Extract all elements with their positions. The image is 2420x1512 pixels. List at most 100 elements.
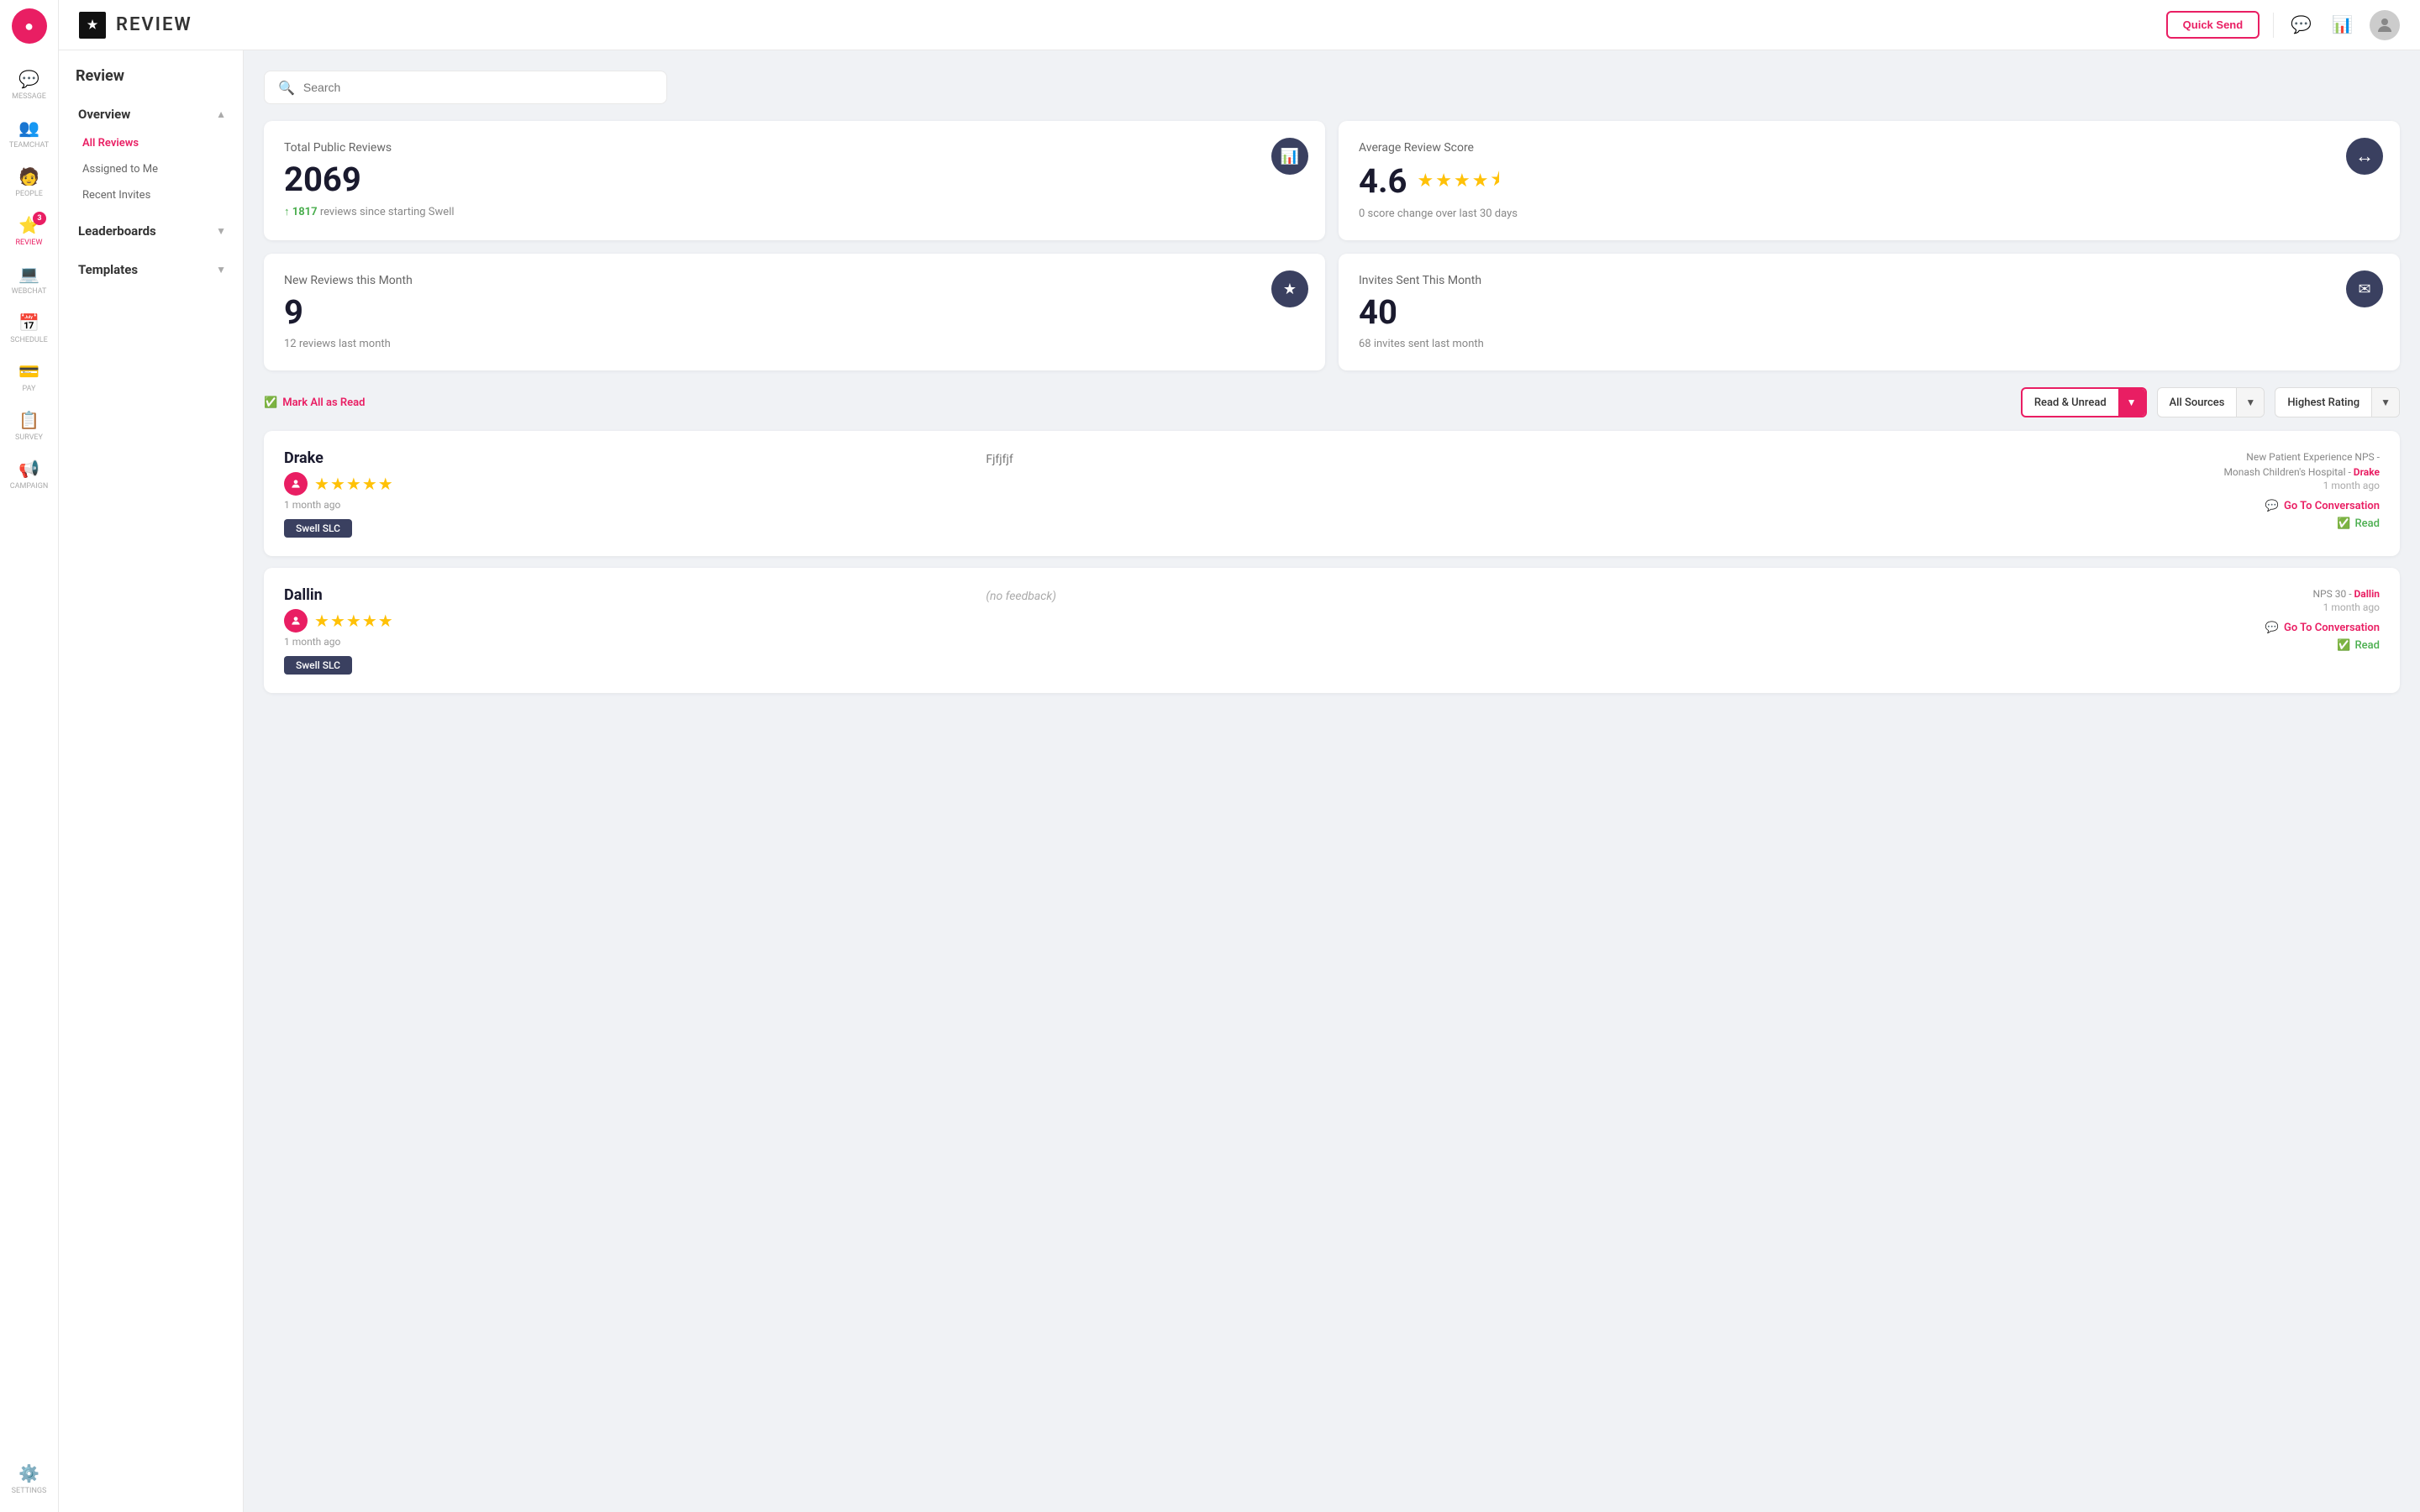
stat-value-new: 9 [284, 294, 1305, 331]
main-wrapper: ★ REVIEW Quick Send 💬 📊 Review Overview … [59, 0, 2420, 1512]
review-icon-stars: ★ ★ ★ ★ ★ [284, 609, 976, 633]
review-right-ago: 1 month ago [1688, 480, 2380, 491]
nav-label-people: PEOPLE [15, 190, 43, 198]
go-to-conversation-link[interactable]: 💬 Go To Conversation [2265, 500, 2380, 512]
read-status: ✅ Read [2337, 639, 2380, 652]
sidebar-item-people[interactable]: 🧑 PEOPLE [0, 158, 58, 207]
stat-highlight-total: 1817 [292, 206, 318, 218]
campaign-bold: Dallin [2354, 588, 2380, 600]
nav-label-message: MESSAGE [12, 92, 46, 101]
brand-icon: ★ [79, 12, 106, 39]
stat-title-new: New Reviews this Month [284, 274, 1305, 287]
campaign-bold: Drake [2354, 466, 2380, 478]
content-wrapper: Review Overview ▲ All Reviews Assigned t… [59, 50, 2420, 1512]
stat-value-total: 2069 [284, 161, 1305, 198]
nav-label-settings: SETTINGS [12, 1487, 47, 1495]
review-icon-stars: ★ ★ ★ ★ ★ [284, 472, 976, 496]
sidebar-item-schedule[interactable]: 📅 SCHEDULE [0, 304, 58, 353]
stat-value-invites: 40 [1359, 294, 2380, 331]
sidebar-item-review[interactable]: 3 ⭐ REVIEW [0, 207, 58, 255]
sidebar-item-pay[interactable]: 💳 PAY [0, 353, 58, 402]
main-panel: 🔍 Total Public Reviews 2069 ↑ 1817 revie… [244, 50, 2420, 1512]
templates-label: Templates [78, 262, 138, 277]
highest-rating-label: Highest Rating [2275, 396, 2371, 409]
review-right: New Patient Experience NPS - Monash Chil… [1688, 449, 2380, 530]
app-logo: ● [12, 8, 47, 44]
nav-label-schedule: SCHEDULE [10, 336, 47, 344]
filter-bar: ✅ Mark All as Read Read & Unread ▼ All S… [264, 387, 2400, 417]
r-star-5: ★ [378, 474, 393, 494]
reviewer-name: Drake [284, 449, 976, 467]
search-input[interactable] [303, 81, 653, 94]
star-1: ★ [1418, 171, 1434, 192]
settings-icon: ⚙️ [18, 1463, 39, 1483]
topbar-divider [2273, 13, 2274, 38]
review-left: Drake ★ ★ ★ ★ ★ 1 month ago [284, 449, 976, 538]
read-unread-filter[interactable]: Read & Unread ▼ [2021, 387, 2147, 417]
review-feedback: Fjfjfjf [986, 453, 1013, 466]
sidebar-item-survey[interactable]: 📋 SURVEY [0, 402, 58, 450]
sidebar-item-recent-invites[interactable]: Recent Invites [59, 182, 243, 208]
stat-card-new-reviews: New Reviews this Month 9 12 reviews last… [264, 254, 1325, 370]
r-star-2: ★ [330, 611, 345, 631]
sidebar-item-campaign[interactable]: 📢 CAMPAIGN [0, 450, 58, 499]
stat-avg-row: 4.6 ★ ★ ★ ★ ⯨ [1359, 161, 2380, 201]
search-icon: 🔍 [278, 80, 295, 96]
nav-label-pay: PAY [23, 385, 36, 393]
review-feedback: (no feedback) [986, 590, 1056, 603]
star-2: ★ [1435, 171, 1452, 192]
avatar[interactable] [2370, 10, 2400, 40]
sidebar-item-templates[interactable]: Templates ▼ [59, 254, 243, 286]
star-half: ⯨ [1490, 165, 1500, 197]
read-unread-arrow[interactable]: ▼ [2118, 389, 2145, 416]
sidebar-section-leaderboards: Leaderboards ▼ [59, 215, 243, 247]
review-logo [284, 472, 308, 496]
mark-all-read-label: Mark All as Read [282, 396, 365, 409]
chart-icon-button[interactable]: 📊 [2328, 11, 2356, 39]
stat-sub-avg: 0 score change over last 30 days [1359, 207, 2380, 220]
chevron-up-icon: ▲ [216, 108, 226, 120]
sidebar-item-overview[interactable]: Overview ▲ [59, 98, 243, 130]
sidebar-item-webchat[interactable]: 💻 WEBCHAT [0, 255, 58, 304]
check-icon: ✅ [2337, 639, 2350, 652]
highest-rating-filter[interactable]: Highest Rating ▼ [2275, 387, 2400, 417]
topbar: ★ REVIEW Quick Send 💬 📊 [59, 0, 2420, 50]
stat-icon-new: ★ [1271, 270, 1308, 307]
stat-title-avg: Average Review Score [1359, 141, 2380, 155]
stat-card-total-reviews: Total Public Reviews 2069 ↑ 1817 reviews… [264, 121, 1325, 240]
review-tag: Swell SLC [284, 519, 352, 538]
mark-all-read-button[interactable]: ✅ Mark All as Read [264, 396, 365, 409]
sidebar-item-teamchat[interactable]: 👥 TEAMCHAT [0, 109, 58, 158]
review-stars: ★ ★ ★ ★ ★ [314, 474, 393, 494]
campaign-line2: Monash Children's Hospital - [2223, 466, 2350, 478]
check-circle-icon: ✅ [264, 396, 277, 409]
sidebar-item-settings[interactable]: ⚙️ SETTINGS [0, 1455, 58, 1504]
quick-send-button[interactable]: Quick Send [2166, 11, 2260, 39]
highest-rating-arrow[interactable]: ▼ [2371, 388, 2399, 417]
review-campaign: NPS 30 - Dallin [1688, 586, 2380, 601]
chat-icon-button[interactable]: 💬 [2287, 11, 2315, 39]
stat-card-avg-score: Average Review Score 4.6 ★ ★ ★ ★ ⯨ 0 sco… [1339, 121, 2400, 240]
r-star-1: ★ [314, 611, 329, 631]
review-left: Dallin ★ ★ ★ ★ ★ 1 month ago [284, 586, 976, 675]
go-to-conversation-link[interactable]: 💬 Go To Conversation [2265, 622, 2380, 634]
review-right: NPS 30 - Dallin 1 month ago 💬 Go To Conv… [1688, 586, 2380, 652]
assigned-to-me-label: Assigned to Me [82, 163, 158, 176]
pay-icon: 💳 [18, 361, 39, 381]
check-icon: ✅ [2337, 517, 2350, 530]
all-sources-filter[interactable]: All Sources ▼ [2157, 387, 2265, 417]
recent-invites-label: Recent Invites [82, 189, 150, 202]
sidebar-item-leaderboards[interactable]: Leaderboards ▼ [59, 215, 243, 247]
review-actions: 💬 Go To Conversation ✅ Read [1688, 622, 2380, 652]
sidebar-section-overview: Overview ▲ All Reviews Assigned to Me Re… [59, 98, 243, 208]
sidebar-item-message[interactable]: 💬 MESSAGE [0, 60, 58, 109]
review-actions: 💬 Go To Conversation ✅ Read [1688, 500, 2380, 530]
all-sources-arrow[interactable]: ▼ [2236, 388, 2264, 417]
reviewer-name: Dallin [284, 586, 976, 604]
chevron-down-icon: ▼ [216, 225, 226, 237]
read-status: ✅ Read [2337, 517, 2380, 530]
review-stars: ★ ★ ★ ★ ★ [314, 611, 393, 631]
sidebar-item-assigned-to-me[interactable]: Assigned to Me [59, 156, 243, 182]
review-right-ago: 1 month ago [1688, 601, 2380, 613]
sidebar-item-all-reviews[interactable]: All Reviews [59, 130, 243, 156]
